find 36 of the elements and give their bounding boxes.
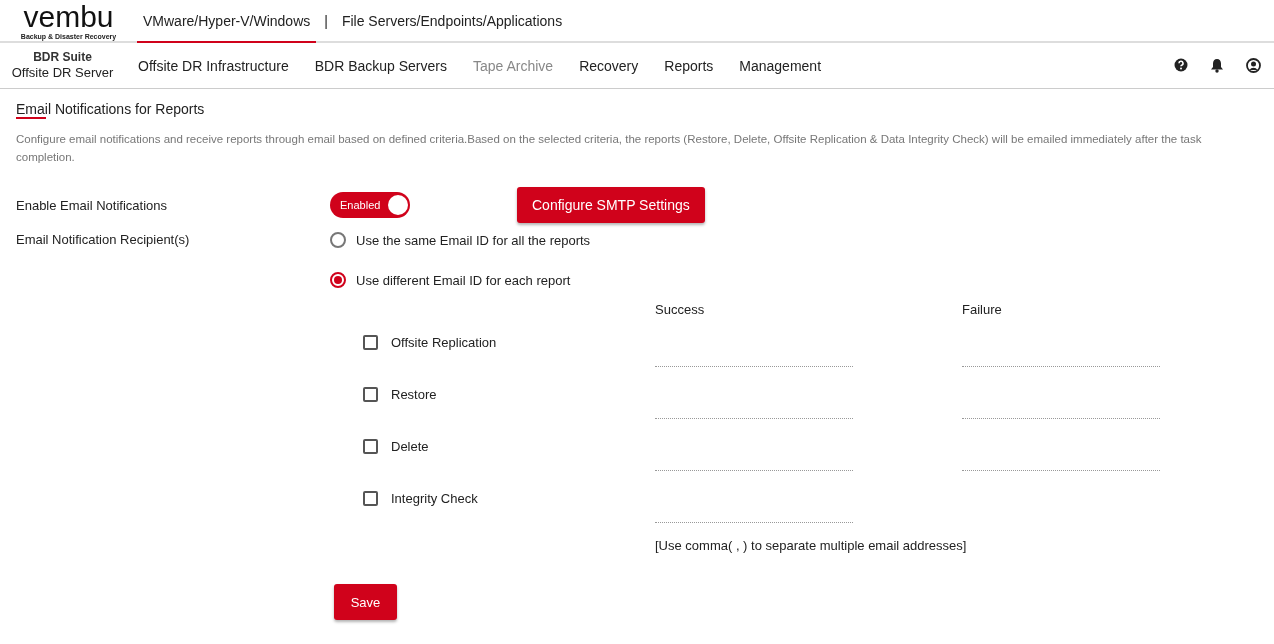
checkbox[interactable] <box>363 334 378 350</box>
tab-separator: | <box>324 12 328 29</box>
radio-button[interactable] <box>330 232 346 248</box>
bell-icon[interactable] <box>1210 58 1224 73</box>
column-header: Success <box>655 302 706 319</box>
toggle-switch[interactable]: Enabled <box>330 192 410 218</box>
checkbox-label[interactable]: Offsite Replication <box>391 334 497 350</box>
user-icon[interactable] <box>1246 58 1261 73</box>
checkbox-label[interactable]: Delete <box>391 438 429 454</box>
page-title: Email Notifications for Reports <box>16 101 205 117</box>
save-button[interactable]: Save <box>334 584 397 620</box>
checkbox-label[interactable]: Restore <box>391 386 437 402</box>
radio-label[interactable]: Use the same Email ID for all the reports <box>356 232 591 248</box>
smtp-settings-button[interactable]: Configure SMTP Settings <box>517 187 705 223</box>
checkbox[interactable] <box>363 386 378 402</box>
hint-text: [Use comma( , ) to separate multiple email addresses] <box>655 538 968 553</box>
top-tab[interactable]: VMware/Hyper-V/Windows <box>137 0 317 43</box>
top-tab[interactable]: File Servers/Endpoints/Applications <box>335 0 569 43</box>
field-label: Enable Email Notifications <box>16 197 169 213</box>
suite-label: BDR Suite <box>33 49 92 65</box>
page-description: Configure email notifications and receive reports through email based on defined criteria.Based on the selected criteria, the reports (Restore, Delete, Offsite Replication & Data Integrity Check) will be emailed immediately after the task completion. <box>16 132 1203 165</box>
nav-item[interactable]: Recovery <box>579 57 639 74</box>
nav-item[interactable]: Offsite DR Infrastructure <box>138 57 289 74</box>
nav-item[interactable]: BDR Backup Servers <box>314 57 447 74</box>
help-icon[interactable] <box>1174 58 1188 72</box>
nav-item[interactable]: Reports <box>664 57 714 74</box>
radio-label[interactable]: Use different Email ID for each report <box>356 272 571 288</box>
field-label: Email Notification Recipient(s) <box>16 231 191 249</box>
column-header: Failure <box>962 302 1003 319</box>
nav-item[interactable]: Management <box>739 57 822 74</box>
checkbox-label[interactable]: Integrity Check <box>391 490 478 506</box>
checkbox[interactable] <box>363 438 378 454</box>
radio-button[interactable] <box>330 272 346 288</box>
product-name: Offsite DR Server <box>11 64 114 82</box>
logo-wordmark: vembu <box>23 1 114 32</box>
checkbox[interactable] <box>363 490 378 506</box>
